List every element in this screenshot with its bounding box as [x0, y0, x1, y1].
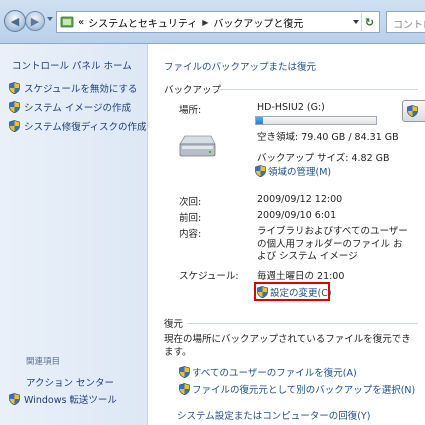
restore-description: 現在の場所にバックアップされているファイルを復元できます。	[164, 334, 411, 358]
breadcrumb-system-security[interactable]: システムとセキュリティ	[88, 15, 197, 30]
schedule-value: 毎週土曜日の 21:00	[257, 271, 345, 282]
forward-button[interactable]: ▶	[25, 11, 45, 31]
create-repair-disc-label: システム修復ディスクの作成	[24, 122, 147, 133]
address-toolbar: ◀ ▶ « システムとセキュリティ ▶ バックアップと復元 ↻ コントロール	[0, 0, 425, 44]
breadcrumb: « システムとセキュリティ ▶ バックアップと復元	[74, 15, 303, 30]
uac-shield-icon	[9, 120, 20, 132]
see-also-heading: 関連項目	[26, 357, 61, 367]
restore-all-users-label: すべてのユーザーのファイルを復元(A)	[192, 368, 357, 379]
control-panel-home-link[interactable]: コントロール パネル ホーム	[12, 58, 132, 72]
restore-all-users-link[interactable]: すべてのユーザーのファイルを復元(A)	[179, 365, 357, 379]
recover-system-link[interactable]: システム設定またはコンピューターの回復(Y)	[177, 408, 370, 422]
page-title: ファイルのバックアップまたは復元	[164, 62, 317, 73]
manage-space-label: 領域の管理(M)	[268, 167, 332, 178]
recent-pages-dropdown[interactable]	[47, 17, 53, 21]
windows-easy-transfer-link[interactable]: Windows 転送ツール	[9, 392, 117, 406]
uac-shield-icon	[255, 165, 266, 177]
restore-section-heading: 復元	[164, 319, 184, 330]
contents-label: 内容:	[179, 229, 202, 240]
backup-now-button[interactable]	[402, 100, 425, 122]
back-arrow-icon: ◀	[10, 14, 20, 28]
disable-schedule-link[interactable]: スケジュールを無効にする	[9, 81, 137, 95]
uac-shield-icon	[9, 101, 20, 113]
restore-section-divider	[187, 323, 418, 324]
backup-section-divider	[213, 89, 418, 90]
uac-shield-icon	[407, 105, 418, 117]
refresh-button[interactable]: ↻	[361, 13, 377, 31]
last-backup-value: 2009/09/10 6:01	[257, 210, 337, 221]
breadcrumb-overflow-icon[interactable]: «	[78, 17, 84, 28]
highlight-box	[254, 282, 330, 301]
create-system-image-label: システム イメージの作成	[24, 103, 132, 114]
main-content: ファイルのバックアップまたは復元 バックアップ 場所: HD-HSIU2 (G:…	[149, 44, 425, 425]
uac-shield-icon	[179, 366, 190, 378]
uac-shield-icon	[179, 383, 190, 395]
disable-schedule-label: スケジュールを無効にする	[24, 84, 138, 95]
search-input[interactable]: コントロール	[386, 11, 425, 33]
manage-space-link[interactable]: 領域の管理(M)	[255, 164, 331, 178]
schedule-label: スケジュール:	[179, 271, 239, 282]
next-backup-label: 次回:	[179, 197, 202, 208]
back-button[interactable]: ◀	[4, 10, 26, 32]
last-backup-label: 前回:	[179, 213, 202, 224]
free-space-text: 空き領域: 79.40 GB / 84.31 GB	[257, 132, 399, 143]
breadcrumb-separator-icon[interactable]: ▶	[202, 18, 208, 27]
backup-size-text: バックアップ サイズ: 4.82 GB	[257, 153, 390, 164]
uac-shield-icon	[9, 82, 20, 94]
location-value: HD-HSIU2 (G:)	[257, 102, 325, 113]
refresh-icon: ↻	[364, 15, 375, 29]
select-other-backup-link[interactable]: ファイルの復元元として別のバックアップを選択(N)	[179, 382, 415, 396]
create-system-image-link[interactable]: システム イメージの作成	[9, 100, 131, 114]
uac-shield-icon	[9, 393, 20, 405]
action-center-link[interactable]: アクション センター	[26, 375, 114, 389]
disk-usage-fill	[256, 117, 264, 124]
breadcrumb-backup-restore[interactable]: バックアップと復元	[213, 15, 303, 30]
address-bar[interactable]: « システムとセキュリティ ▶ バックアップと復元 ↻	[56, 11, 380, 33]
select-other-backup-label: ファイルの復元元として別のバックアップを選択(N)	[192, 385, 416, 396]
external-drive-icon	[179, 135, 216, 157]
forward-arrow-icon: ▶	[30, 14, 40, 28]
create-repair-disc-link[interactable]: システム修復ディスクの作成	[9, 119, 147, 133]
contents-value: ライブラリおよびすべてのユーザー の個人用フォルダーのファイル お よび システ…	[257, 226, 417, 264]
contents-line: ライブラリおよびすべてのユーザー	[257, 226, 408, 237]
disk-usage-bar	[255, 116, 377, 125]
navigation-pane: コントロール パネル ホーム スケジュールを無効にする システム イメージの作成…	[0, 44, 148, 425]
next-backup-value: 2009/09/12 12:00	[257, 194, 343, 205]
location-label: 場所:	[179, 105, 202, 116]
contents-line: よび システム イメージ	[257, 251, 358, 262]
windows-easy-transfer-label: Windows 転送ツール	[24, 395, 117, 406]
control-panel-icon	[60, 16, 74, 28]
contents-line: の個人用フォルダーのファイル お	[257, 238, 403, 250]
address-dropdown-icon[interactable]	[353, 20, 359, 24]
